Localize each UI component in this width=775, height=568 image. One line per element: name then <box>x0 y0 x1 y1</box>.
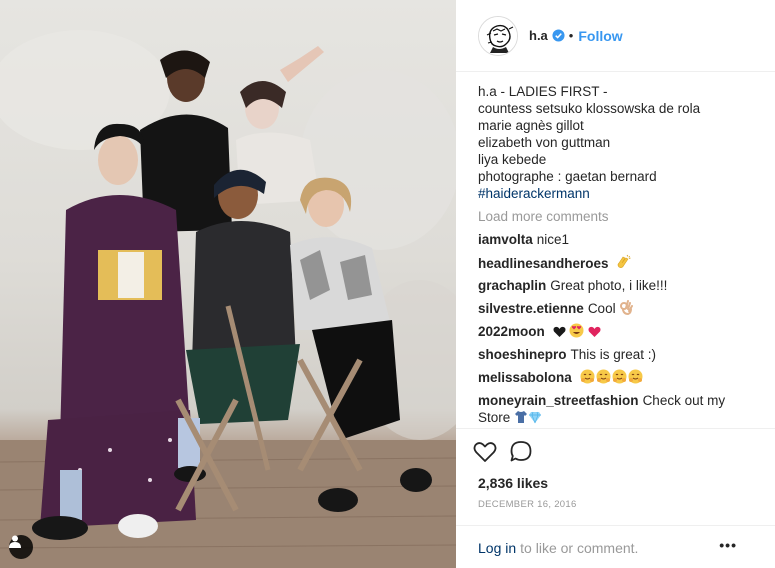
hugging-face-emoji-icons <box>580 369 643 384</box>
comment-username[interactable]: grachaplin <box>478 278 546 293</box>
comment: grachaplin Great photo, i like!!! <box>478 277 758 294</box>
post-author-username[interactable]: h.a <box>529 28 548 43</box>
comment: silvestre.etienne Cool <box>478 300 758 317</box>
caption-line: countess setsuko klossowska de rola <box>478 101 701 116</box>
red-heart-emoji-icon <box>588 326 601 337</box>
comment: headlinesandheroes <box>478 254 758 271</box>
likes-count[interactable]: 2,836 likes <box>478 475 548 491</box>
hashtag-link[interactable]: #haiderackermann <box>478 185 758 202</box>
group-portrait-image <box>0 30 456 568</box>
post-photo[interactable] <box>0 0 456 568</box>
comment: moneyrain_streetfashion Check out my Stor… <box>478 392 758 426</box>
heart-eyes-emoji-icon <box>569 323 584 338</box>
comment-username[interactable]: shoeshinepro <box>478 347 567 362</box>
comments-list[interactable]: h.a - LADIES FIRST - countess setsuko kl… <box>478 83 758 427</box>
post-actions: 2,836 likes DECEMBER 16, 2016 Log in to … <box>456 428 775 568</box>
comment-username[interactable]: silvestre.etienne <box>478 301 584 316</box>
comment: iamvolta nice1 <box>478 231 758 248</box>
action-icon-row <box>472 439 534 465</box>
caption-line: h.a - LADIES FIRST - <box>478 84 608 99</box>
avatar[interactable] <box>478 15 518 56</box>
comment-text: nice1 <box>536 232 570 247</box>
login-suffix: to like or comment. <box>520 539 639 556</box>
caption-line: marie agnès gillot <box>478 118 584 133</box>
comment: 2022moon <box>478 323 758 340</box>
gem-emoji-icon <box>529 411 542 424</box>
follow-button[interactable]: Follow <box>578 28 622 44</box>
caption-line: elizabeth von guttman <box>478 135 611 150</box>
verified-badge-icon <box>552 29 565 42</box>
user-tag-icon[interactable] <box>9 535 33 559</box>
header-separator: • <box>568 28 574 43</box>
comment-text: Great photo, i like!!! <box>550 278 668 293</box>
login-link[interactable]: Log in <box>478 540 516 556</box>
ok-hand-emoji-icon <box>620 300 634 315</box>
comment-text: Cool <box>587 301 616 316</box>
more-options-button[interactable]: ••• <box>719 537 737 553</box>
caption-line: liya kebede <box>478 152 547 167</box>
comment-icon[interactable] <box>508 439 534 465</box>
caption-line: photographe : gaetan bernard <box>478 169 657 184</box>
post-date: DECEMBER 16, 2016 <box>478 499 577 510</box>
comment: shoeshinepro This is great :) <box>478 346 758 363</box>
tshirt-emoji-icon <box>515 411 528 423</box>
comment-username[interactable]: headlinesandheroes <box>478 256 609 271</box>
comment-username[interactable]: iamvolta <box>478 232 533 247</box>
post-side-panel: h.a • Follow h.a - LADIES FIRST - counte… <box>456 0 775 568</box>
comment-username[interactable]: moneyrain_streetfashion <box>478 393 639 408</box>
clapping-hands-emoji-icon <box>618 254 631 268</box>
comment-username[interactable]: melissabolona <box>478 370 572 385</box>
black-heart-emoji-icon <box>553 326 566 337</box>
post-header: h.a • Follow <box>456 0 775 72</box>
comment: melissabolona <box>478 369 758 386</box>
comment-text: This is great :) <box>570 347 657 362</box>
heart-icon[interactable] <box>472 439 498 465</box>
comment-username[interactable]: 2022moon <box>478 324 545 339</box>
load-more-comments-link[interactable]: Load more comments <box>478 208 758 225</box>
avatar-sketch-icon <box>479 16 517 55</box>
